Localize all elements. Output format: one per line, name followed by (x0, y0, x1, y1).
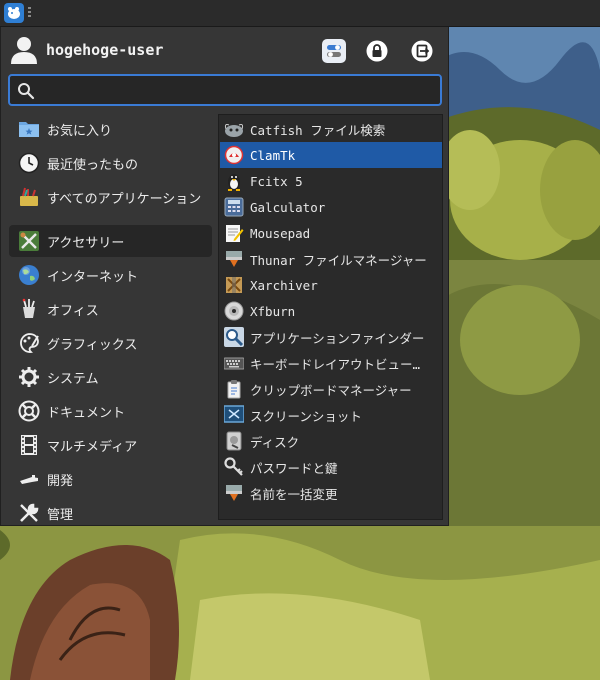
user-header: hogehoge-user (1, 27, 450, 73)
app-disks[interactable]: ディスク (220, 428, 442, 454)
bulk-rename-icon (223, 482, 245, 504)
app-thunar[interactable]: Thunar ファイルマネージャー (220, 246, 442, 272)
app-xfburn[interactable]: Xfburn (220, 298, 442, 324)
category-administration[interactable]: 管理 (9, 497, 212, 529)
app-label: ディスク (250, 434, 300, 450)
magnifier-icon (223, 326, 245, 348)
whisker-menu: hogehoge-user お気に入り 最近使ったもの すべてのアプリケーション… (0, 27, 449, 526)
calculator-icon (223, 196, 245, 218)
settings-icon (327, 45, 341, 57)
app-application-finder[interactable]: アプリケーションファインダー (220, 324, 442, 350)
category-label: お気に入り (47, 123, 113, 139)
category-label: オフィス (47, 303, 99, 319)
category-label: アクセサリー (47, 235, 125, 251)
archiver-icon (223, 274, 245, 296)
search-box[interactable] (8, 74, 442, 106)
app-catfish[interactable]: Catfish ファイル検索 (220, 116, 442, 142)
penguin-icon (223, 170, 245, 192)
app-label: Thunar ファイルマネージャー (250, 252, 427, 268)
category-label: 管理 (47, 507, 74, 523)
clamtk-icon (223, 144, 245, 166)
app-bulk-rename[interactable]: 名前を一括変更 (220, 480, 442, 506)
app-xarchiver[interactable]: Xarchiver (220, 272, 442, 298)
category-label: マルチメディア (47, 439, 138, 455)
category-label: すべてのアプリケーション (47, 191, 202, 207)
app-screenshot[interactable]: スクリーンショット (220, 402, 442, 428)
category-label: 最近使ったもの (47, 157, 139, 173)
app-label: ClamTk (250, 147, 296, 163)
disk-icon (223, 430, 245, 452)
app-clamtk[interactable]: ClamTk (220, 142, 442, 168)
xfce-mouse-icon (8, 7, 20, 19)
office-icon (17, 297, 41, 321)
app-label: キーボードレイアウトビュー… (250, 356, 421, 372)
app-passwords-and-keys[interactable]: パスワードと鍵 (220, 454, 442, 480)
category-all-applications[interactable]: すべてのアプリケーション (9, 181, 212, 213)
app-label: パスワードと鍵 (250, 460, 338, 476)
app-label: スクリーンショット (250, 408, 362, 424)
category-label: 開発 (47, 473, 74, 489)
keys-icon (223, 456, 245, 478)
system-gear-icon (17, 365, 41, 389)
app-clipboard-manager[interactable]: クリップボードマネージャー (220, 376, 442, 402)
category-label: ドキュメント (47, 405, 126, 421)
app-fcitx5[interactable]: Fcitx 5 (220, 168, 442, 194)
whisker-menu-button[interactable] (4, 3, 24, 23)
category-favorites[interactable]: お気に入り (9, 113, 212, 145)
app-label: Xfburn (250, 303, 296, 319)
app-keyboard-layout-viewer[interactable]: キーボードレイアウトビュー… (220, 350, 442, 376)
category-recent[interactable]: 最近使ったもの (9, 147, 212, 179)
app-label: クリップボードマネージャー (250, 382, 412, 398)
search-input[interactable] (40, 79, 439, 103)
app-galculator[interactable]: Galculator (220, 194, 442, 220)
category-graphics[interactable]: グラフィックス (9, 327, 212, 359)
disc-icon (223, 300, 245, 322)
app-label: Xarchiver (250, 277, 318, 293)
app-label: Galculator (250, 199, 326, 215)
multimedia-film-icon (17, 433, 41, 457)
catfish-icon (223, 118, 245, 140)
accessories-icon (17, 229, 41, 253)
category-multimedia[interactable]: マルチメディア (9, 429, 212, 461)
settings-button[interactable] (322, 39, 346, 63)
lock-screen-button[interactable] (365, 39, 389, 63)
category-label: グラフィックス (47, 337, 138, 353)
application-list: Catfish ファイル検索 ClamTk Fcitx 5 Galculator… (218, 114, 443, 520)
app-label: Fcitx 5 (250, 173, 303, 189)
category-documents[interactable]: ドキュメント (9, 395, 212, 427)
category-accessories[interactable]: アクセサリー (9, 225, 212, 257)
app-label: 名前を一括変更 (250, 486, 338, 502)
category-development[interactable]: 開発 (9, 463, 212, 495)
category-office[interactable]: オフィス (9, 293, 212, 325)
logout-button[interactable] (410, 39, 434, 63)
favorites-folder-icon (17, 117, 41, 141)
category-internet[interactable]: インターネット (9, 259, 212, 291)
app-mousepad[interactable]: Mousepad (220, 220, 442, 246)
admin-tools-icon (17, 501, 41, 525)
user-avatar-icon (11, 37, 37, 64)
category-label: システム (47, 371, 99, 387)
all-apps-icon (17, 185, 41, 209)
lock-icon (366, 40, 388, 62)
development-icon (17, 467, 41, 491)
logout-icon (411, 40, 433, 62)
app-label: Catfish ファイル検索 (250, 122, 386, 138)
app-label: アプリケーションファインダー (250, 330, 425, 346)
clipboard-icon (223, 378, 245, 400)
clock-icon (17, 151, 41, 175)
file-manager-icon (223, 248, 245, 270)
category-label: インターネット (47, 269, 139, 285)
panel-drag-handle[interactable] (28, 7, 31, 19)
app-label: Mousepad (250, 225, 311, 241)
username: hogehoge-user (46, 41, 164, 59)
globe-icon (17, 263, 41, 287)
text-editor-icon (223, 222, 245, 244)
top-panel (0, 0, 600, 27)
graphics-palette-icon (17, 331, 41, 355)
category-system[interactable]: システム (9, 361, 212, 393)
help-lifebuoy-icon (17, 399, 41, 423)
screenshot-icon (223, 404, 245, 426)
keyboard-icon (223, 352, 245, 374)
search-icon (18, 83, 35, 100)
